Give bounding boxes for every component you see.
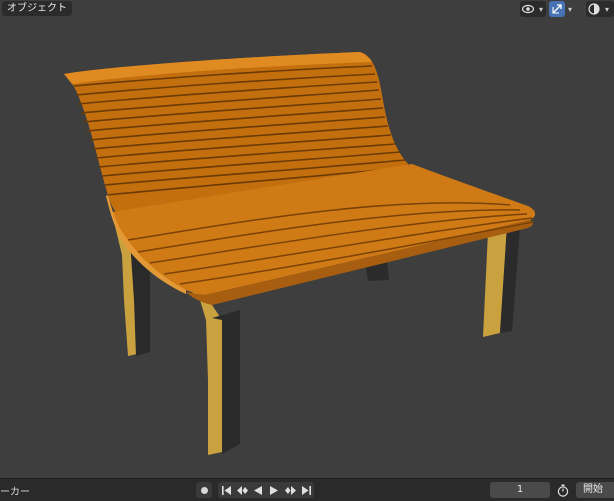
play-icon[interactable]: [266, 482, 282, 498]
stopwatch-icon[interactable]: [556, 482, 570, 498]
start-frame-field[interactable]: 開始: [576, 482, 614, 498]
jump-to-keyframe-forward-icon[interactable]: [282, 482, 298, 498]
mode-selector-button[interactable]: オブジェクト: [2, 1, 72, 16]
shading-dropdown[interactable]: ▾: [586, 1, 614, 17]
current-frame-field[interactable]: 1: [490, 482, 550, 498]
play-reverse-icon[interactable]: [250, 482, 266, 498]
record-icon: [200, 486, 208, 494]
jump-to-keyframe-back-icon[interactable]: [234, 482, 250, 498]
jump-to-start-icon[interactable]: [218, 482, 234, 498]
visibility-dropdown[interactable]: ▾: [520, 1, 546, 17]
chevron-down-icon: ▾: [567, 4, 572, 14]
gizmo-dropdown[interactable]: ▾: [549, 1, 579, 17]
marker-menu[interactable]: ーカー: [0, 483, 30, 498]
jump-to-end-icon[interactable]: [298, 482, 314, 498]
auto-keying-button[interactable]: [196, 482, 212, 498]
chevron-down-icon: ▾: [604, 4, 609, 14]
eye-icon: [520, 1, 536, 17]
chevron-down-icon: ▾: [538, 4, 543, 14]
bench-front-left-leg: [186, 286, 222, 455]
gizmo-icon: [549, 1, 565, 17]
timeline-bar: ーカー 1 開始: [0, 478, 614, 501]
playback-controls: [218, 482, 314, 498]
3d-viewport[interactable]: オブジェクト ▾ ▾ ▾: [0, 0, 614, 478]
bench-model[interactable]: [0, 0, 614, 478]
shading-icon: [586, 1, 602, 17]
